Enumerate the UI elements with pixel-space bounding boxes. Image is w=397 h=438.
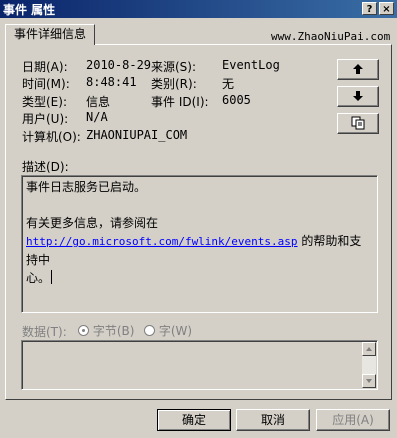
- copy-icon: [351, 116, 365, 130]
- words-radio-label: 字(W): [158, 324, 193, 338]
- cancel-button[interactable]: 取消: [236, 409, 310, 431]
- scroll-down-icon: [366, 379, 372, 383]
- text-cursor: [51, 270, 53, 284]
- copy-event-button[interactable]: [337, 113, 379, 134]
- type-label: 类型(E):: [22, 95, 67, 109]
- event-id-value: 6005: [222, 93, 251, 107]
- scroll-up-icon: [366, 347, 372, 351]
- time-label: 时间(M):: [22, 77, 70, 91]
- next-event-button[interactable]: [337, 86, 379, 107]
- time-value: 8:48:41: [86, 75, 137, 89]
- user-value: N/A: [86, 110, 108, 124]
- close-button[interactable]: ×: [379, 2, 394, 15]
- category-label: 类别(R):: [151, 77, 197, 91]
- computer-label: 计算机(O):: [22, 130, 81, 144]
- data-box[interactable]: [21, 340, 378, 390]
- description-line-1: 事件日志服务已启动。: [26, 180, 147, 194]
- ok-button[interactable]: 确定: [157, 409, 231, 431]
- words-radio-button[interactable]: [144, 325, 155, 336]
- scroll-up-button[interactable]: [362, 342, 376, 356]
- description-label: 描述(D):: [22, 160, 69, 174]
- bytes-radio-label: 字节(B): [92, 324, 135, 338]
- bytes-radio-button[interactable]: [78, 325, 89, 336]
- source-value: EventLog: [222, 58, 280, 72]
- apply-button[interactable]: 应用(A): [316, 409, 390, 431]
- help-button[interactable]: ?: [362, 2, 377, 15]
- source-label: 来源(S):: [151, 60, 197, 74]
- arrow-up-icon: [353, 64, 363, 74]
- scroll-down-button[interactable]: [362, 374, 376, 388]
- bytes-radio[interactable]: 字节(B): [78, 322, 134, 339]
- description-line-2: 有关更多信息，请参阅在: [26, 216, 159, 230]
- window-title: 事件 属性: [3, 3, 56, 17]
- date-value: 2010-8-29: [86, 58, 152, 72]
- previous-event-button[interactable]: [337, 59, 379, 80]
- watermark: www.ZhaoNiuPai.com: [271, 30, 391, 43]
- user-label: 用户(U):: [22, 112, 69, 126]
- event-id-label: 事件 ID(I):: [151, 95, 209, 109]
- arrow-down-icon: [353, 91, 363, 101]
- description-text: 事件日志服务已启动。 有关更多信息，请参阅在 http://go.microso…: [26, 178, 371, 287]
- category-value: 无: [222, 77, 235, 91]
- computer-value: ZHAONIUPAI_COM: [86, 128, 188, 142]
- type-value: 信息: [86, 95, 111, 109]
- description-line-4: 心。: [26, 271, 51, 285]
- title-bar[interactable]: 事件 属性 ? ×: [0, 0, 397, 18]
- help-link[interactable]: http://go.microsoft.com/fwlink/events.as…: [26, 235, 298, 248]
- data-label: 数据(T):: [22, 325, 67, 339]
- date-label: 日期(A):: [22, 60, 68, 74]
- words-radio[interactable]: 字(W): [144, 322, 192, 339]
- tab-event-details[interactable]: 事件详细信息: [5, 24, 95, 45]
